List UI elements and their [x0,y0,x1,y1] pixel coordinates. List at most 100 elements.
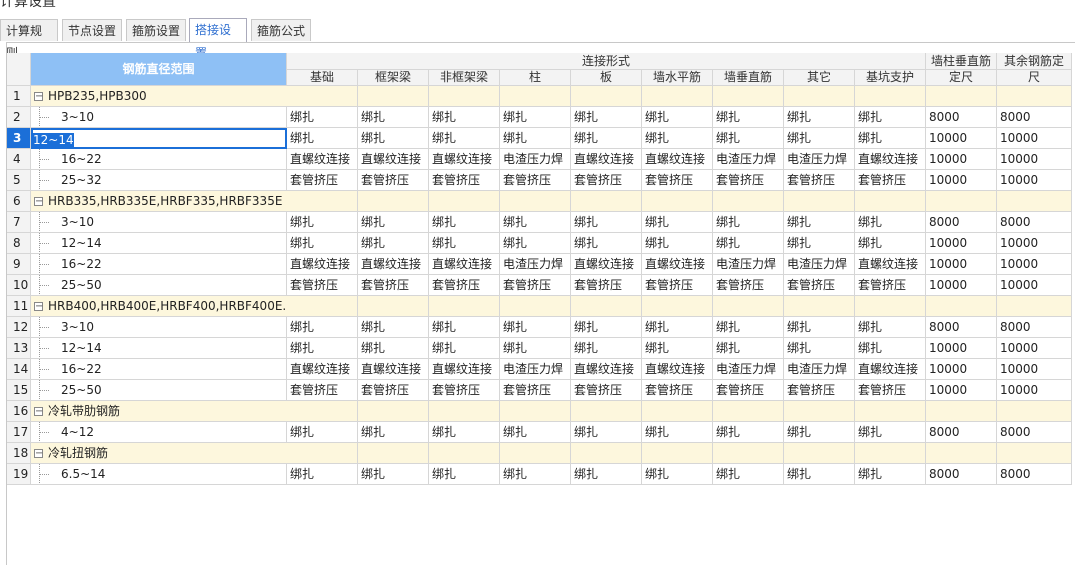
connection-type-cell[interactable]: 绑扎 [429,317,500,338]
connection-type-cell[interactable]: 绑扎 [855,128,926,149]
connection-type-cell[interactable]: 绑扎 [713,317,784,338]
connection-type-cell[interactable]: 直螺纹连接 [287,359,358,380]
connection-type-cell[interactable]: 绑扎 [713,464,784,485]
connection-type-cell[interactable]: 套管挤压 [855,380,926,401]
tab-stirrup-formula[interactable]: 箍筋公式 [251,19,311,41]
connection-type-cell[interactable]: 电渣压力焊 [500,149,571,170]
header-foundation[interactable]: 基础 [287,70,358,86]
row-number[interactable]: 8 [7,233,31,254]
connection-type-cell[interactable]: 套管挤压 [429,380,500,401]
connection-type-cell[interactable]: 绑扎 [500,233,571,254]
row-number[interactable]: 9 [7,254,31,275]
group-empty-cell[interactable] [571,191,642,212]
connection-type-cell[interactable]: 绑扎 [855,212,926,233]
group-empty-cell[interactable] [997,191,1072,212]
connection-type-cell[interactable]: 绑扎 [642,338,713,359]
group-empty-cell[interactable] [713,191,784,212]
connection-type-cell[interactable]: 套管挤压 [784,380,855,401]
fixed-length-cell[interactable]: 8000 [997,317,1072,338]
connection-type-cell[interactable]: 绑扎 [571,107,642,128]
connection-type-cell[interactable]: 绑扎 [500,128,571,149]
connection-type-cell[interactable]: 直螺纹连接 [429,254,500,275]
connection-type-cell[interactable]: 绑扎 [642,128,713,149]
row-number[interactable]: 18 [7,443,31,464]
group-empty-cell[interactable] [642,443,713,464]
row-number[interactable]: 7 [7,212,31,233]
connection-type-cell[interactable]: 绑扎 [287,422,358,443]
minimize-button[interactable]: – [1056,0,1063,7]
connection-type-cell[interactable]: 绑扎 [784,233,855,254]
group-empty-cell[interactable] [855,443,926,464]
row-number[interactable]: 14 [7,359,31,380]
connection-type-cell[interactable]: 绑扎 [855,317,926,338]
connection-type-cell[interactable]: 绑扎 [358,107,429,128]
connection-type-cell[interactable]: 直螺纹连接 [571,254,642,275]
group-empty-cell[interactable] [429,86,500,107]
connection-type-cell[interactable]: 套管挤压 [855,170,926,191]
connection-type-cell[interactable]: 绑扎 [713,338,784,359]
connection-type-cell[interactable]: 套管挤压 [642,170,713,191]
group-empty-cell[interactable] [287,443,358,464]
connection-type-cell[interactable]: 直螺纹连接 [642,359,713,380]
row-number[interactable]: 10 [7,275,31,296]
tab-calc-rules[interactable]: 计算规则 [0,19,58,60]
group-empty-cell[interactable] [429,401,500,422]
group-empty-cell[interactable] [642,191,713,212]
collapse-icon[interactable]: − [34,407,43,417]
group-empty-cell[interactable] [500,191,571,212]
connection-type-cell[interactable]: 电渣压力焊 [784,359,855,380]
connection-type-cell[interactable]: 绑扎 [784,317,855,338]
connection-type-cell[interactable]: 套管挤压 [713,380,784,401]
group-empty-cell[interactable] [500,443,571,464]
fixed-length-cell[interactable]: 10000 [997,359,1072,380]
fixed-length-cell[interactable]: 8000 [997,212,1072,233]
group-empty-cell[interactable] [429,296,500,317]
connection-type-cell[interactable]: 绑扎 [500,464,571,485]
group-empty-cell[interactable] [926,401,997,422]
fixed-length-cell[interactable]: 10000 [997,233,1072,254]
fixed-length-cell[interactable]: 10000 [926,233,997,254]
fixed-length-cell[interactable]: 8000 [926,422,997,443]
fixed-length-cell[interactable]: 10000 [926,359,997,380]
collapse-icon[interactable]: − [34,449,43,459]
connection-type-cell[interactable]: 直螺纹连接 [855,254,926,275]
row-number[interactable]: 15 [7,380,31,401]
connection-type-cell[interactable]: 电渣压力焊 [500,359,571,380]
header-column[interactable]: 柱 [500,70,571,86]
diameter-range-cell[interactable]: 12~14 [31,233,287,254]
fixed-length-cell[interactable]: 10000 [926,170,997,191]
connection-type-cell[interactable]: 绑扎 [358,233,429,254]
fixed-length-cell[interactable]: 8000 [926,464,997,485]
connection-type-cell[interactable]: 直螺纹连接 [855,149,926,170]
fixed-length-cell[interactable]: 10000 [997,338,1072,359]
header-slab[interactable]: 板 [571,70,642,86]
connection-type-cell[interactable]: 套管挤压 [642,275,713,296]
collapse-icon[interactable]: − [34,92,43,102]
group-empty-cell[interactable] [926,86,997,107]
connection-type-cell[interactable]: 套管挤压 [571,170,642,191]
diameter-range-cell[interactable]: 25~32 [31,170,287,191]
collapse-icon[interactable]: − [34,197,43,207]
connection-type-cell[interactable]: 绑扎 [784,107,855,128]
group-empty-cell[interactable] [784,296,855,317]
group-empty-cell[interactable] [855,86,926,107]
row-number[interactable]: 3 [7,128,31,149]
group-empty-cell[interactable] [287,191,358,212]
fixed-length-cell[interactable]: 10000 [997,170,1072,191]
connection-type-cell[interactable]: 绑扎 [642,233,713,254]
connection-type-cell[interactable]: 直螺纹连接 [358,149,429,170]
connection-type-cell[interactable]: 绑扎 [358,464,429,485]
connection-type-cell[interactable]: 绑扎 [784,212,855,233]
connection-type-cell[interactable]: 绑扎 [429,422,500,443]
connection-type-cell[interactable]: 套管挤压 [358,170,429,191]
diameter-range-cell[interactable]: 12~14 [31,338,287,359]
row-number[interactable]: 11 [7,296,31,317]
connection-type-cell[interactable]: 绑扎 [571,128,642,149]
fixed-length-cell[interactable]: 8000 [997,107,1072,128]
connection-type-cell[interactable]: 套管挤压 [287,275,358,296]
row-number[interactable]: 19 [7,464,31,485]
row-number[interactable]: 16 [7,401,31,422]
connection-type-cell[interactable]: 绑扎 [713,212,784,233]
row-number[interactable]: 5 [7,170,31,191]
connection-type-cell[interactable]: 绑扎 [358,212,429,233]
